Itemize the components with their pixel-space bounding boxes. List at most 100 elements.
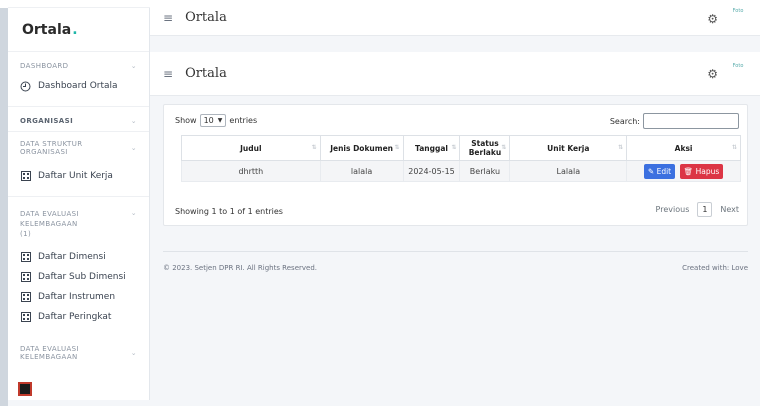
avatar-alt: Foto bbox=[732, 63, 744, 69]
sidebar-item-sub-dimensi[interactable]: Daftar Sub Dimensi bbox=[8, 267, 149, 287]
search-control: Search: bbox=[610, 113, 739, 129]
sort-icon: ⇅ bbox=[394, 144, 400, 151]
sidebar: Ortala. Ortala. DASHBOARD ⌄ Dashboard Or… bbox=[8, 0, 150, 400]
hamburger-icon[interactable]: ≡ bbox=[163, 11, 173, 25]
section-evaluasi-1-label: DATA EVALUASI KELEMBAGAAN (1) bbox=[20, 209, 131, 239]
col-aksi[interactable]: Aksi ⇅ bbox=[626, 135, 741, 161]
table-header-row: Judul ⇅ Jenis Dokumen ⇅ Tanggal ⇅ Status Be… bbox=[181, 135, 741, 161]
sort-icon: ⇅ bbox=[618, 144, 624, 151]
sort-icon: ⇅ bbox=[451, 144, 457, 151]
footer-divider bbox=[163, 251, 748, 252]
hamburger-icon[interactable]: ≡ bbox=[163, 67, 173, 81]
table-card: Show 10 ▼ entries Search: Judul ⇅ Jenis D… bbox=[163, 104, 748, 226]
sidebar-item-label: Daftar Unit Kerja bbox=[38, 171, 113, 181]
cell-tanggal: 2024-05-15 bbox=[402, 160, 461, 182]
building-icon bbox=[20, 292, 31, 303]
pagination: Previous 1 Next bbox=[656, 202, 739, 217]
edit-button[interactable]: ✎ Edit bbox=[643, 163, 676, 179]
footer-copyright: © 2023. Setjen DPR RI. All Rights Reserv… bbox=[163, 264, 317, 272]
clock-icon bbox=[20, 81, 31, 92]
search-input[interactable] bbox=[643, 113, 739, 129]
chevron-down-icon: ⌄ bbox=[130, 144, 137, 152]
brand-logo[interactable]: Ortala. bbox=[8, 8, 149, 52]
cell-status: Berlaku bbox=[459, 160, 511, 182]
table-info: Showing 1 to 1 of 1 entries bbox=[175, 207, 283, 216]
sidebar-item-label: Daftar Peringkat bbox=[38, 312, 112, 322]
entries-value: 10 bbox=[203, 116, 214, 125]
building-icon bbox=[20, 171, 31, 182]
sidebar-item-label: Daftar Instrumen bbox=[38, 292, 116, 302]
page-1-button[interactable]: 1 bbox=[697, 202, 713, 217]
sort-icon: ⇅ bbox=[501, 144, 507, 151]
sidebar-item-unit-kerja[interactable]: Daftar Unit Kerja bbox=[8, 166, 149, 186]
col-label: Unit Kerja bbox=[547, 143, 590, 153]
col-label: Status Berlaku bbox=[468, 139, 502, 157]
footer-created: Created with: Love bbox=[682, 264, 748, 272]
search-label: Search: bbox=[609, 116, 640, 126]
sidebar-item-peringkat[interactable]: Daftar Peringkat bbox=[8, 307, 149, 327]
col-unit-kerja[interactable]: Unit Kerja ⇅ bbox=[509, 135, 628, 161]
delete-button[interactable]: 🗑 Hapus bbox=[679, 163, 724, 179]
building-icon bbox=[20, 312, 31, 323]
header-top: ≡ Ortala ⚙ Foto bbox=[150, 0, 760, 36]
section-organisasi[interactable]: ORGANISASI ⌄ bbox=[8, 117, 149, 125]
length-control: Show 10 ▼ entries bbox=[175, 114, 257, 127]
avatar[interactable]: Foto bbox=[730, 63, 746, 81]
chevron-down-icon: ⌄ bbox=[130, 209, 137, 217]
divider bbox=[8, 196, 149, 197]
sort-icon: ⇅ bbox=[731, 144, 737, 151]
chevron-down-icon: ▼ bbox=[217, 117, 223, 124]
main-content: ≡ Ortala ⚙ Foto ≡ Ortala ⚙ Foto Show 10 … bbox=[150, 0, 760, 400]
table-row: dhrtth lalala 2024-05-15 Berlaku Lalala … bbox=[181, 160, 741, 182]
col-jenis-dokumen[interactable]: Jenis Dokumen ⇅ bbox=[319, 135, 404, 161]
col-label: Aksi bbox=[674, 143, 693, 153]
col-label: Judul bbox=[240, 143, 262, 153]
section-evaluasi-2-label: DATA EVALUASI KELEMBAGAAN bbox=[20, 345, 79, 361]
section-evaluasi-1-text: DATA EVALUASI KELEMBAGAAN bbox=[20, 210, 79, 228]
divider bbox=[8, 106, 149, 107]
sidebar-item-dimensi[interactable]: Daftar Dimensi bbox=[8, 247, 149, 267]
sidebar-item-instrumen[interactable]: Daftar Instrumen bbox=[8, 287, 149, 307]
divider bbox=[8, 131, 149, 132]
avatar-alt: Foto bbox=[732, 8, 744, 14]
section-evaluasi-1-sub: (1) bbox=[20, 230, 32, 238]
brand-name-2: Ortala bbox=[22, 21, 72, 38]
section-dashboard[interactable]: DASHBOARD ⌄ bbox=[8, 62, 149, 70]
section-struktur[interactable]: DATA STRUKTUR ORGANISASI ⌄ bbox=[8, 140, 149, 156]
col-status[interactable]: Status Berlaku ⇅ bbox=[459, 135, 511, 161]
chevron-down-icon: ⌄ bbox=[130, 62, 137, 70]
entries-label: entries bbox=[229, 116, 258, 125]
page-title: Ortala bbox=[185, 66, 227, 81]
entries-select[interactable]: 10 ▼ bbox=[199, 114, 227, 127]
data-table: Judul ⇅ Jenis Dokumen ⇅ Tanggal ⇅ Status Be… bbox=[181, 135, 741, 182]
building-icon bbox=[20, 272, 31, 283]
cell-jenis: lalala bbox=[319, 160, 404, 182]
chevron-down-icon: ⌄ bbox=[130, 349, 137, 357]
sidebar-item-dashboard[interactable]: Dashboard Ortala bbox=[8, 76, 149, 96]
col-judul[interactable]: Judul ⇅ bbox=[181, 135, 321, 161]
footer: © 2023. Setjen DPR RI. All Rights Reserv… bbox=[163, 264, 748, 272]
chevron-down-icon: ⌄ bbox=[130, 117, 137, 125]
avatar[interactable]: Foto bbox=[730, 8, 746, 26]
next-button[interactable]: Next bbox=[720, 205, 739, 214]
brand-top[interactable]: Ortala. bbox=[8, 0, 150, 8]
previous-button[interactable]: Previous bbox=[656, 205, 690, 214]
show-label: Show bbox=[175, 116, 197, 125]
trash-icon: 🗑 bbox=[683, 166, 694, 176]
pencil-icon: ✎ bbox=[647, 166, 655, 176]
delete-label: Hapus bbox=[695, 166, 720, 176]
gear-icon[interactable]: ⚙ bbox=[707, 67, 718, 81]
section-organisasi-label: ORGANISASI bbox=[20, 117, 74, 125]
col-label: Tanggal bbox=[415, 143, 448, 153]
dpr-logo bbox=[18, 382, 32, 396]
edit-label: Edit bbox=[656, 166, 672, 176]
section-dashboard-label: DASHBOARD bbox=[20, 62, 69, 70]
section-evaluasi-2[interactable]: DATA EVALUASI KELEMBAGAAN ⌄ bbox=[8, 345, 149, 361]
sort-icon: ⇅ bbox=[311, 144, 317, 151]
gear-icon[interactable]: ⚙ bbox=[707, 12, 718, 26]
cell-aksi: ✎ Edit 🗑 Hapus bbox=[626, 160, 741, 182]
sidebar-item-label: Daftar Dimensi bbox=[38, 252, 106, 262]
section-evaluasi-1[interactable]: DATA EVALUASI KELEMBAGAAN (1) ⌄ bbox=[8, 209, 149, 239]
header: ≡ Ortala ⚙ Foto bbox=[150, 52, 760, 96]
col-tanggal[interactable]: Tanggal ⇅ bbox=[402, 135, 461, 161]
